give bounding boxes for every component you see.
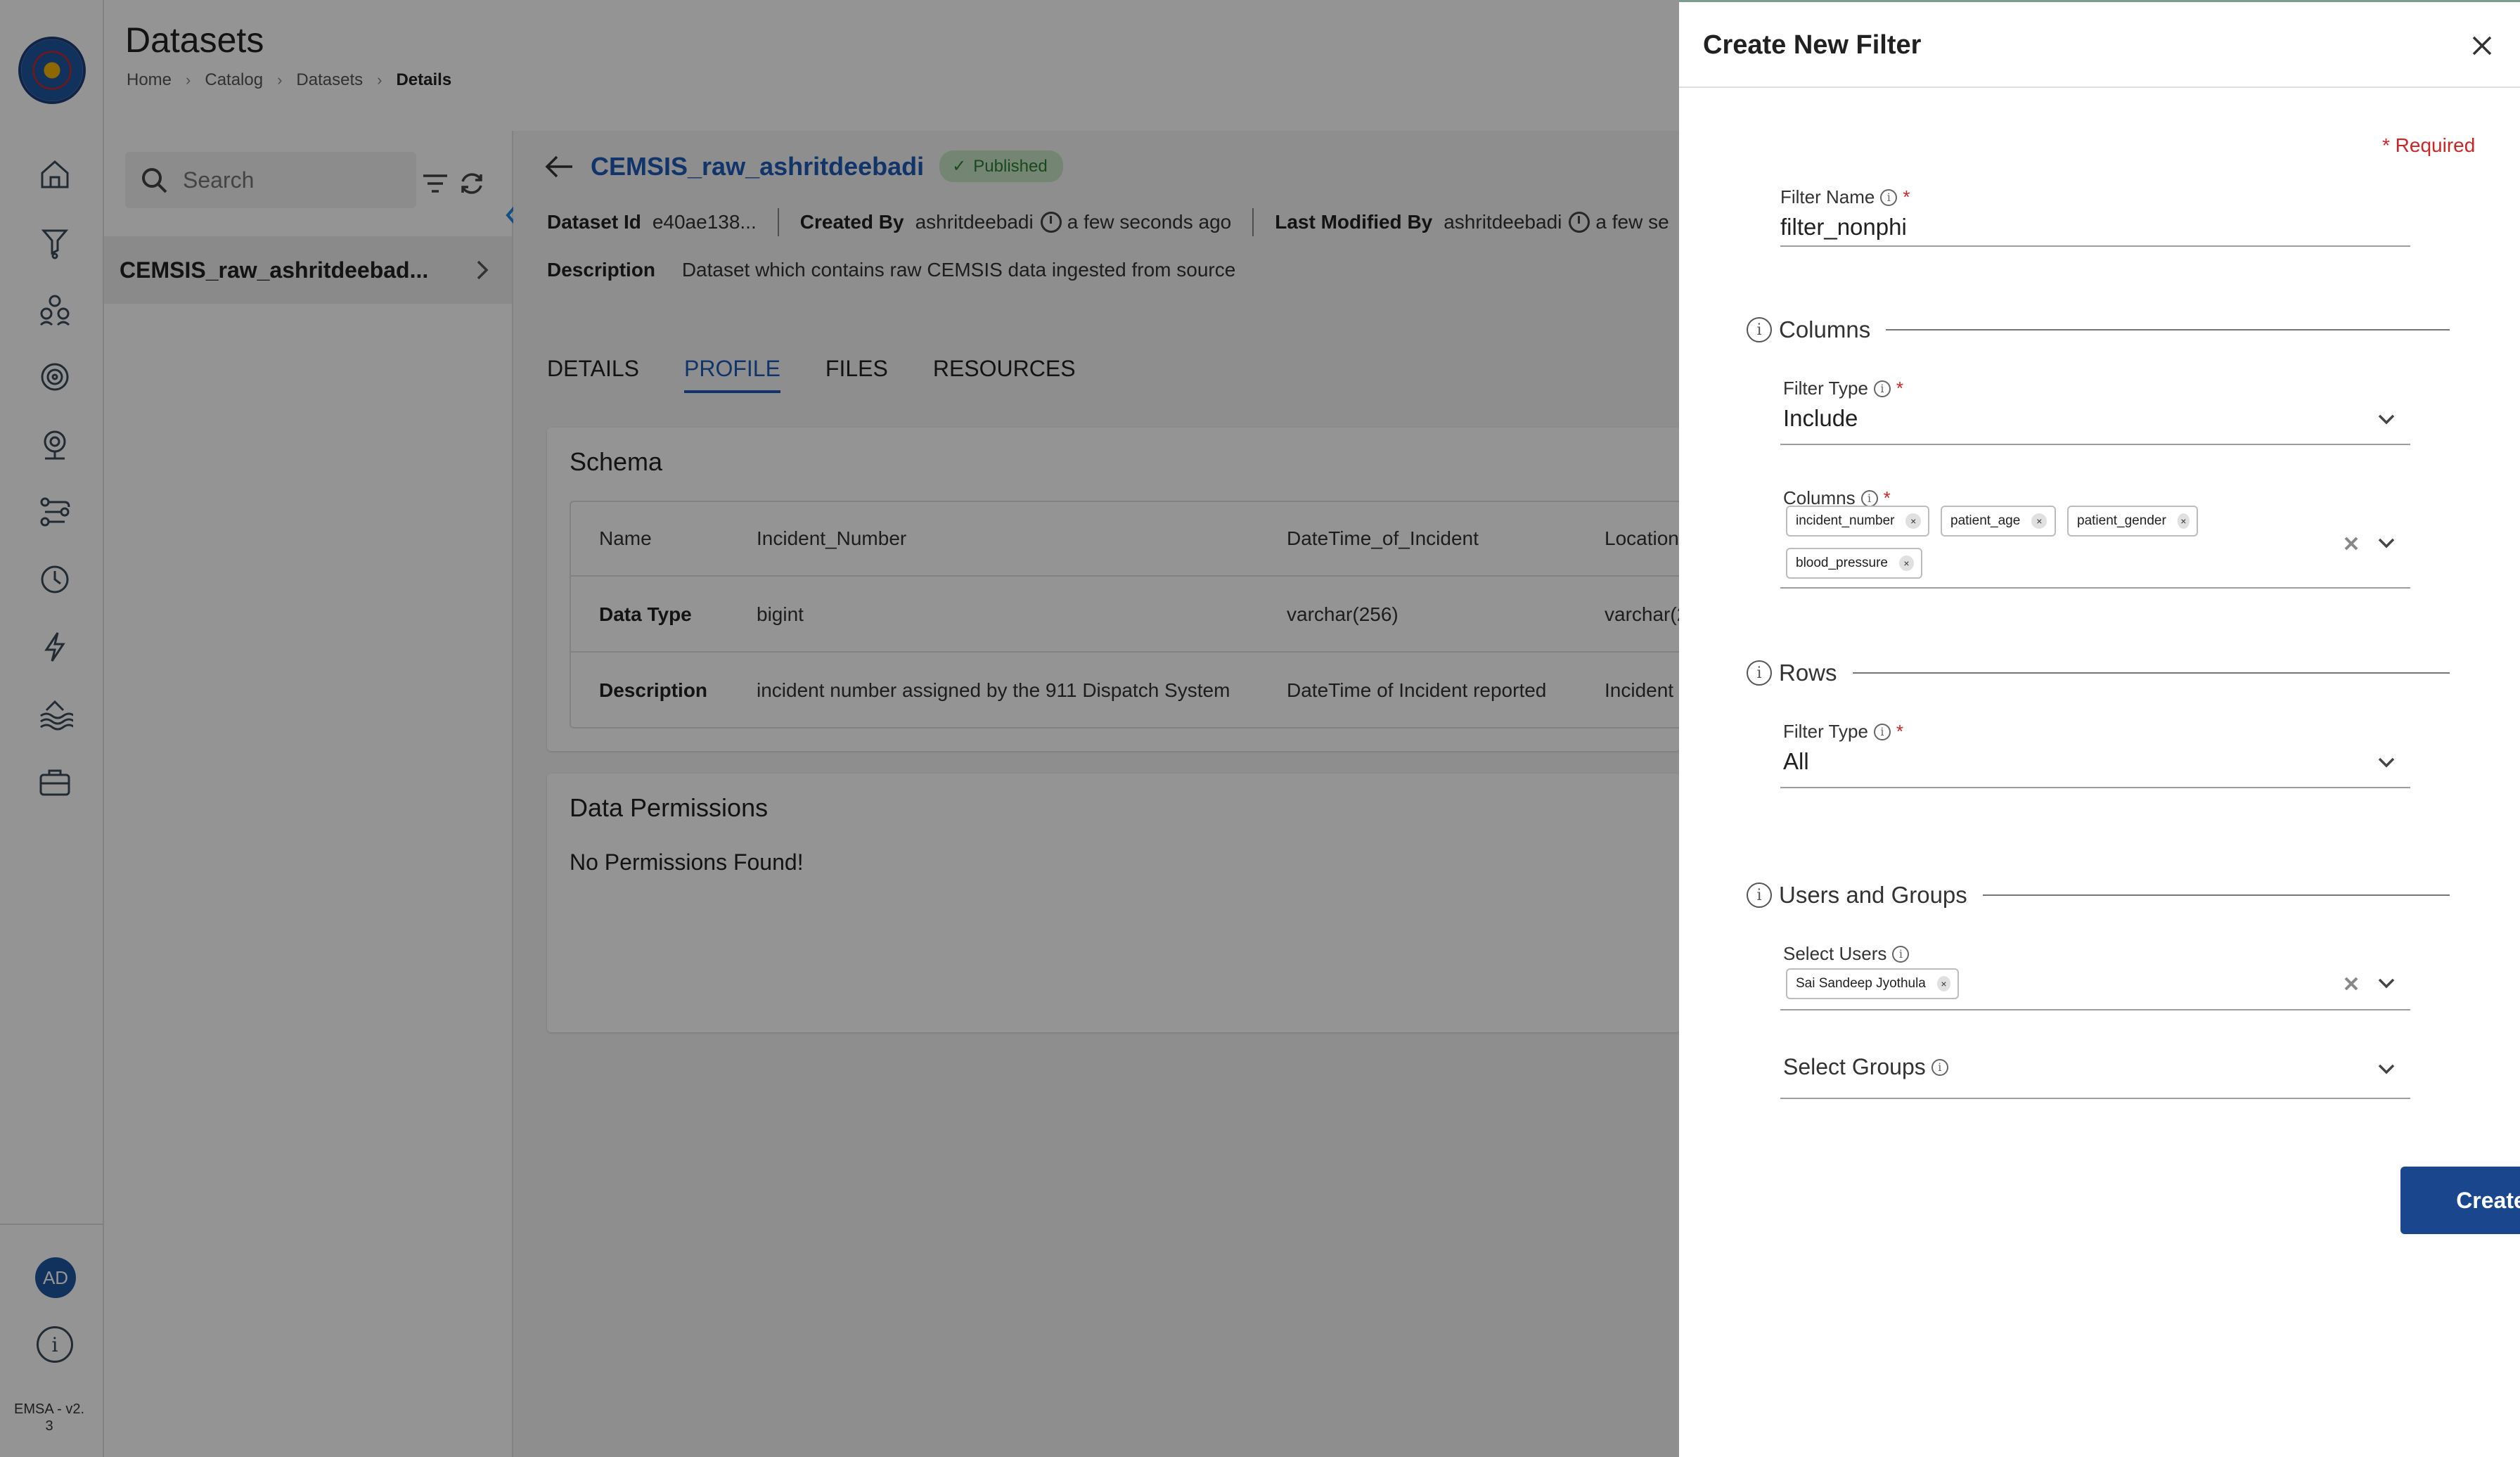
remove-chip-icon[interactable]: ×: [2031, 513, 2048, 529]
filter-name-field[interactable]: Filter Name i * filter_nonphi: [1780, 186, 2410, 250]
select-groups-select[interactable]: Select Groups i: [1780, 1054, 2413, 1100]
filter-type-value[interactable]: All: [1783, 748, 2413, 775]
filter-type-label: Filter Type: [1783, 721, 1868, 742]
required-asterisk: *: [1896, 721, 1904, 742]
clear-selection-icon[interactable]: [2341, 974, 2361, 994]
select-users-multiselect[interactable]: Select Users i Sai Sandeep Jyothula ×: [1780, 943, 2413, 1013]
column-chip[interactable]: blood_pressure ×: [1786, 548, 1922, 579]
column-chip[interactable]: patient_gender ×: [2067, 506, 2198, 537]
users-groups-section-title: Users and Groups: [1779, 882, 1967, 908]
filter-name-input[interactable]: filter_nonphi: [1780, 214, 2410, 240]
remove-chip-icon[interactable]: ×: [1905, 513, 1921, 529]
field-underline: [1780, 787, 2410, 788]
select-users-label: Select Users: [1783, 943, 1887, 964]
select-groups-row: Select Groups i: [1783, 1054, 2413, 1080]
filter-name-label-row: Filter Name i *: [1780, 186, 2410, 208]
remove-chip-icon[interactable]: ×: [2177, 513, 2190, 529]
columns-section-title: Columns: [1779, 316, 1871, 342]
chevron-down-icon[interactable]: [2374, 971, 2399, 996]
chip-label: incident_number: [1796, 513, 1895, 528]
create-button[interactable]: Create: [2400, 1167, 2520, 1234]
remove-chip-icon[interactable]: ×: [1936, 976, 1950, 991]
close-icon[interactable]: [2468, 32, 2496, 60]
required-note: * Required: [2382, 134, 2476, 156]
chip-label: patient_age: [1950, 513, 2021, 528]
field-underline: [1780, 245, 2410, 247]
rows-filter-type-select[interactable]: Filter Type i * All: [1780, 721, 2413, 791]
required-asterisk: *: [1896, 378, 1904, 399]
filter-type-label-row: Filter Type i *: [1783, 378, 2413, 399]
info-icon[interactable]: i: [1880, 188, 1898, 206]
chevron-down-icon[interactable]: [2374, 750, 2399, 776]
create-filter-drawer: Create New Filter * Required Filter Name…: [1679, 0, 2520, 1457]
remove-chip-icon[interactable]: ×: [1898, 556, 1914, 571]
info-icon[interactable]: i: [1931, 1058, 1948, 1076]
info-icon[interactable]: i: [1747, 317, 1772, 342]
chip-label: blood_pressure: [1796, 556, 1888, 570]
rows-section-header: i Rows: [1747, 657, 2450, 688]
users-groups-section-header: i Users and Groups: [1747, 880, 2450, 911]
drawer-title: Create New Filter: [1703, 30, 1922, 60]
chevron-down-icon[interactable]: [2374, 407, 2399, 432]
chevron-down-icon[interactable]: [2374, 1057, 2399, 1082]
user-chip[interactable]: Sai Sandeep Jyothula ×: [1786, 968, 1959, 999]
column-chip[interactable]: patient_age ×: [1941, 506, 2056, 537]
info-icon[interactable]: i: [1873, 723, 1891, 740]
info-icon[interactable]: i: [1747, 882, 1772, 908]
field-underline: [1780, 444, 2410, 445]
info-icon[interactable]: i: [1892, 945, 1910, 963]
columns-multiselect[interactable]: Columns i * incident_number × patient_age…: [1780, 487, 2413, 590]
field-underline: [1780, 587, 2410, 589]
columns-section-header: i Columns: [1747, 314, 2450, 345]
modal-backdrop[interactable]: [0, 0, 1679, 1457]
section-divider: [1886, 329, 2450, 330]
section-divider: [1982, 894, 2450, 896]
chip-label: Sai Sandeep Jyothula: [1796, 976, 1926, 991]
required-asterisk: *: [1903, 186, 1910, 207]
rows-section-title: Rows: [1779, 660, 1837, 686]
drawer-header: Create New Filter: [1679, 2, 2520, 88]
info-icon[interactable]: i: [1873, 380, 1891, 397]
info-icon[interactable]: i: [1860, 489, 1878, 507]
field-underline: [1780, 1098, 2410, 1099]
filter-type-label: Filter Type: [1783, 378, 1868, 399]
column-chip[interactable]: incident_number ×: [1786, 506, 1929, 537]
columns-filter-type-select[interactable]: Filter Type i * Include: [1780, 378, 2413, 448]
clear-selection-icon[interactable]: [2341, 534, 2361, 553]
select-users-label-row: Select Users i: [1783, 943, 2413, 965]
chevron-down-icon[interactable]: [2374, 531, 2399, 556]
field-underline: [1780, 1009, 2410, 1010]
info-icon[interactable]: i: [1747, 660, 1772, 686]
filter-type-label-row: Filter Type i *: [1783, 721, 2413, 743]
chip-label: patient_gender: [2077, 513, 2166, 528]
filter-type-value[interactable]: Include: [1783, 405, 2413, 432]
select-groups-placeholder[interactable]: Select Groups: [1783, 1054, 1926, 1080]
section-divider: [1852, 672, 2450, 674]
filter-name-label: Filter Name: [1780, 186, 1875, 207]
